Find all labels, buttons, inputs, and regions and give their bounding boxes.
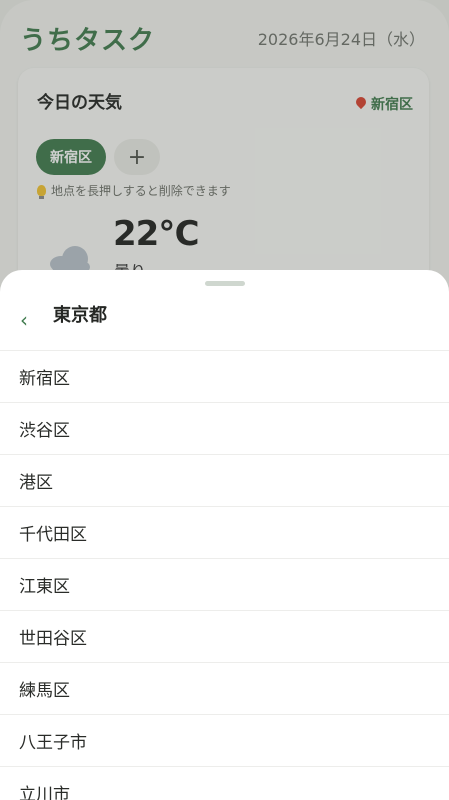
city-list: 新宿区 渋谷区 港区 千代田区 江東区 世田谷区 練馬区 八王子市 立川市	[0, 350, 449, 800]
sheet-drag-handle[interactable]	[204, 281, 245, 286]
back-button[interactable]: ‹	[14, 307, 34, 333]
city-item[interactable]: 江東区	[0, 558, 449, 610]
city-item[interactable]: 八王子市	[0, 714, 449, 766]
city-item[interactable]: 練馬区	[0, 662, 449, 714]
city-picker-sheet: ‹ 東京都 新宿区 渋谷区 港区 千代田区 江東区 世田谷区 練馬区 八王子市 …	[0, 270, 449, 800]
city-item[interactable]: 立川市	[0, 766, 449, 800]
city-item[interactable]: 世田谷区	[0, 610, 449, 662]
chevron-left-icon: ‹	[20, 308, 28, 332]
city-item[interactable]: 千代田区	[0, 506, 449, 558]
city-item[interactable]: 港区	[0, 454, 449, 506]
city-item[interactable]: 渋谷区	[0, 402, 449, 454]
sheet-title: 東京都	[53, 305, 107, 326]
city-item[interactable]: 新宿区	[0, 350, 449, 402]
